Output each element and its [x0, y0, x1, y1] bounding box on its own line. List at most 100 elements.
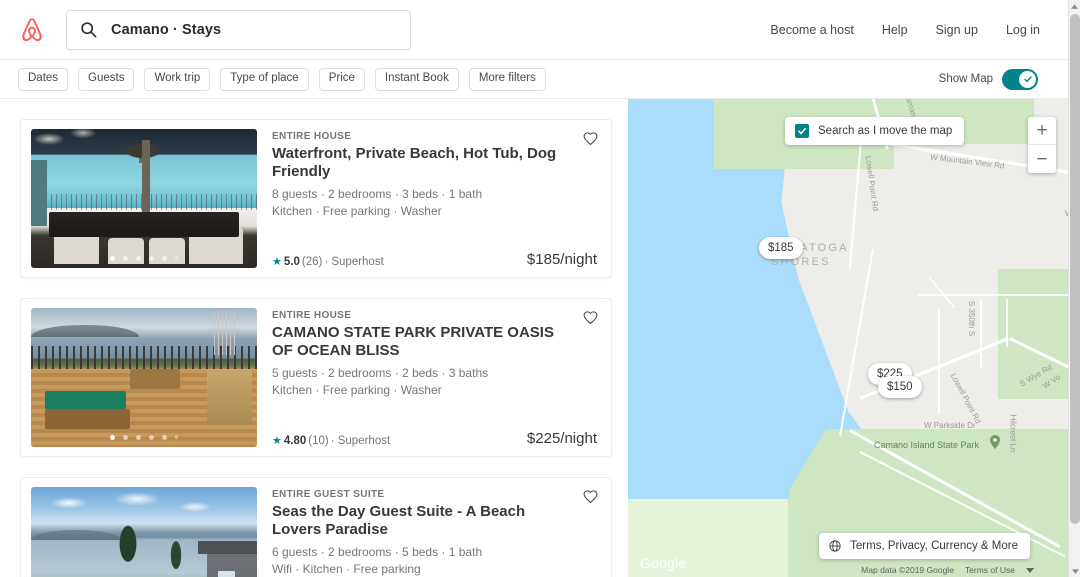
filter-chip-work-trip[interactable]: Work trip — [144, 67, 211, 91]
page-scrollbar[interactable] — [1068, 0, 1080, 577]
listing-card[interactable]: ENTIRE HOUSE CAMANO STATE PARK PRIVATE O… — [20, 298, 612, 457]
listing-results-panel[interactable]: ENTIRE HOUSE Waterfront, Private Beach, … — [0, 99, 628, 577]
map-terms-button[interactable]: Terms, Privacy, Currency & More — [819, 533, 1030, 559]
nav-become-a-host[interactable]: Become a host — [770, 23, 853, 37]
google-watermark: Google — [640, 555, 687, 571]
map-panel[interactable]: SARATOGA SHORES W Mountain View Rd Caman… — [628, 99, 1068, 577]
star-icon: ★ — [272, 434, 282, 447]
map-terms-of-use-link[interactable]: Terms of Use — [965, 565, 1015, 575]
listing-amenities: Kitchen · Free parking · Washer — [272, 383, 442, 398]
photo-carousel-dots[interactable] — [31, 256, 257, 261]
listing-rating: ★ 5.0 (26) · Superhost — [272, 256, 384, 268]
map-data-credit: Map data ©2019 Google — [861, 565, 954, 575]
search-input[interactable]: Camano · Stays — [66, 9, 411, 50]
listing-category: ENTIRE HOUSE — [272, 131, 352, 142]
review-count: (26) — [301, 256, 323, 268]
switch-knob — [1019, 70, 1036, 88]
carousel-dot[interactable] — [174, 435, 179, 439]
filter-chip-type-of-place[interactable]: Type of place — [220, 67, 309, 91]
carousel-dot[interactable] — [109, 256, 115, 261]
listing-photo[interactable] — [31, 487, 257, 577]
favorite-heart-icon[interactable] — [582, 488, 599, 505]
map-terms-label: Terms, Privacy, Currency & More — [850, 540, 1018, 552]
map-park-label: Camano Island State Park — [874, 440, 980, 450]
map-zoom-out-button[interactable]: − — [1028, 145, 1056, 173]
listing-price: $225/night — [526, 430, 597, 447]
airbnb-belo-logo[interactable] — [18, 15, 46, 45]
listing-card[interactable]: ENTIRE HOUSE Waterfront, Private Beach, … — [20, 119, 612, 278]
nav-help[interactable]: Help — [882, 23, 908, 37]
carousel-dot[interactable] — [109, 435, 115, 440]
superhost-badge: · Superhost — [324, 256, 384, 268]
listing-title[interactable]: Seas the Day Guest Suite - A Beach Lover… — [272, 503, 597, 538]
listing-rating: ★ 4.80 (10) · Superhost — [272, 435, 390, 447]
listing-title[interactable]: Waterfront, Private Beach, Hot Tub, Dog … — [272, 145, 597, 180]
search-as-i-move-checkbox[interactable] — [795, 124, 809, 138]
favorite-heart-icon[interactable] — [582, 130, 599, 147]
map-street-label: S 350th S — [967, 300, 977, 337]
photo-pine-tree — [157, 503, 194, 577]
map-canvas[interactable]: SARATOGA SHORES W Mountain View Rd Caman… — [628, 99, 1068, 577]
scroll-down-arrow-icon[interactable] — [1069, 565, 1080, 577]
nav-log-in[interactable]: Log in — [1006, 23, 1040, 37]
photo-chair — [207, 369, 253, 425]
search-input-value: Camano · Stays — [111, 21, 222, 38]
map-zoom-in-button[interactable]: + — [1028, 117, 1056, 145]
favorite-heart-icon[interactable] — [582, 309, 599, 326]
filter-chip-instant-book[interactable]: Instant Book — [374, 67, 459, 91]
photo-chairs — [31, 200, 257, 264]
search-as-i-move-control[interactable]: Search as I move the map — [785, 117, 965, 145]
rating-value: 4.80 — [283, 435, 307, 447]
map-road — [918, 294, 1068, 296]
photo-hills — [31, 324, 140, 338]
check-icon — [1023, 76, 1032, 83]
listing-capacity: 8 guests · 2 bedrooms · 3 beds · 1 bath — [272, 187, 483, 202]
photo-carousel-dots[interactable] — [31, 435, 257, 440]
filter-chip-more-filters[interactable]: More filters — [468, 67, 546, 91]
photo-roof — [198, 541, 257, 554]
photo-pine-tree — [103, 492, 154, 577]
carousel-dot[interactable] — [122, 256, 128, 261]
photo-bench-frame — [44, 409, 131, 429]
listing-details: ENTIRE GUEST SUITE Seas the Day Guest Su… — [257, 478, 611, 577]
filter-chip-price[interactable]: Price — [318, 67, 365, 91]
carousel-dot[interactable] — [148, 256, 154, 261]
map-road — [1006, 299, 1008, 347]
carousel-dot[interactable] — [161, 256, 167, 261]
nav-sign-up[interactable]: Sign up — [936, 23, 978, 37]
show-map-switch[interactable] — [1002, 68, 1038, 90]
filter-chip-group: Dates Guests Work trip Type of place Pri… — [18, 67, 546, 91]
map-price-pin[interactable]: $150 — [878, 376, 922, 398]
photo-table — [130, 369, 181, 389]
scroll-up-arrow-icon[interactable] — [1069, 0, 1080, 12]
carousel-dot[interactable] — [161, 435, 167, 440]
carousel-dot[interactable] — [148, 435, 154, 440]
photo-green-cushion — [44, 391, 126, 410]
carousel-dot[interactable] — [174, 256, 179, 260]
filter-chip-guests[interactable]: Guests — [78, 67, 135, 91]
map-attribution: Map data ©2019 Google Terms of Use — [861, 565, 1034, 575]
map-price-pin[interactable]: $185 — [759, 237, 803, 259]
listing-footer: ★ 5.0 (26) · Superhost $185/night — [272, 251, 597, 268]
listing-photo[interactable] — [31, 308, 257, 447]
filter-chip-dates[interactable]: Dates — [18, 67, 69, 91]
star-icon: ★ — [272, 255, 282, 268]
listing-footer: ★ 4.80 (10) · Superhost $225/night — [272, 430, 597, 447]
map-park-pin-icon — [990, 435, 1000, 449]
listing-amenities: Wifi · Kitchen · Free parking — [272, 562, 421, 577]
carousel-dot[interactable] — [135, 256, 141, 261]
caret-down-icon[interactable] — [1026, 567, 1034, 573]
show-map-toggle-group: Show Map — [939, 68, 1038, 90]
scrollbar-thumb[interactable] — [1070, 14, 1080, 524]
photo-wind-chime — [214, 310, 237, 356]
listing-card[interactable]: ENTIRE GUEST SUITE Seas the Day Guest Su… — [20, 477, 612, 577]
search-as-i-move-label: Search as I move the map — [818, 125, 953, 137]
listing-amenities: Kitchen · Free parking · Washer — [272, 204, 442, 219]
globe-icon — [829, 540, 841, 552]
carousel-dot[interactable] — [135, 435, 141, 440]
check-icon — [798, 127, 806, 135]
carousel-dot[interactable] — [122, 435, 128, 440]
listing-photo[interactable] — [31, 129, 257, 268]
listing-title[interactable]: CAMANO STATE PARK PRIVATE OASIS OF OCEAN… — [272, 324, 597, 359]
superhost-badge: · Superhost — [330, 435, 391, 447]
